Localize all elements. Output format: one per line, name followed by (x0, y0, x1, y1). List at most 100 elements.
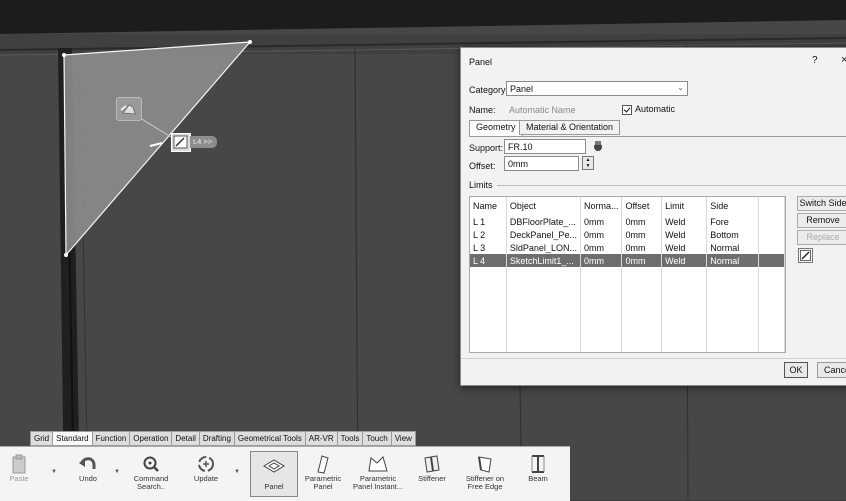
chevron-down-icon: ⌄ (677, 83, 684, 92)
limits-label: Limits (469, 180, 493, 190)
col-extra-header (758, 197, 785, 215)
cell-name: L 4 (470, 254, 507, 267)
category-select[interactable]: Panel ⌄ (506, 81, 688, 96)
panel-button[interactable]: Panel (250, 451, 298, 497)
offset-label: Offset: (469, 161, 496, 171)
tab-tools[interactable]: Tools (337, 431, 364, 446)
cell-object: DBFloorPlate_... (506, 215, 581, 228)
update-dropdown-icon[interactable]: ▼ (234, 469, 240, 475)
paste-button[interactable]: Paste (6, 453, 32, 483)
replace-button[interactable]: Replace (797, 230, 846, 245)
tab-touch[interactable]: Touch (363, 431, 392, 446)
category-value: Panel (510, 84, 534, 94)
help-button[interactable]: ? (812, 55, 818, 66)
cell-side: Bottom (706, 228, 760, 241)
empty-row (470, 332, 785, 345)
undo-button[interactable]: Undo (72, 453, 104, 483)
stiffener-free-edge-button[interactable]: Stiffener on Free Edge (460, 453, 510, 491)
limits-group-line (497, 185, 846, 186)
parametric-panel-button[interactable]: Parametric Panel (300, 453, 346, 491)
stiffener-icon (412, 453, 452, 475)
paste-dropdown-icon[interactable]: ▼ (51, 469, 57, 475)
cell-object: SldPanel_LON... (506, 241, 581, 254)
parametric-panel-instant-button[interactable]: Parametric Panel Instant... (352, 453, 404, 491)
automatic-checkbox[interactable]: Automatic (622, 104, 675, 115)
panel-label: Panel (264, 482, 284, 491)
tab-operation[interactable]: Operation (130, 431, 173, 446)
table-row-selected[interactable]: L 4 SketchLimit1_... 0mm 0mm Weld Normal (470, 254, 785, 267)
tab-standard[interactable]: Standard (53, 431, 93, 446)
limit-edit-icon[interactable] (171, 133, 191, 152)
cell-offset: 0mm (621, 254, 663, 267)
limit-tag-label[interactable]: L4 >> (190, 136, 218, 148)
tab-ar-vr[interactable]: AR-VR (305, 431, 338, 446)
cell-extra (758, 241, 785, 254)
cell-extra (758, 254, 785, 267)
table-header-row: Name Object Norma... Offset Limit Side (470, 197, 785, 215)
limits-table[interactable]: Name Object Norma... Offset Limit Side L… (469, 196, 786, 353)
undo-dropdown-icon[interactable]: ▼ (114, 469, 120, 475)
tab-drafting[interactable]: Drafting (199, 431, 235, 446)
tab-material-orientation[interactable]: Material & Orientation (519, 120, 621, 135)
command-search-label: Command Search.. (133, 474, 169, 491)
standard-ribbon: Paste ▼ Undo ▼ Command Search.. Update ▼… (0, 446, 570, 501)
cell-extra (758, 215, 785, 228)
support-field[interactable]: FR.10 (504, 139, 586, 154)
col-normal-header[interactable]: Norma... (580, 197, 623, 215)
category-label: Category: (469, 85, 509, 95)
empty-row (470, 293, 785, 306)
edit-limit-icon[interactable] (798, 248, 813, 263)
cell-extra (758, 228, 785, 241)
empty-row (470, 267, 785, 280)
cell-offset: 0mm (621, 241, 663, 254)
offset-stepper[interactable]: ▲ ▼ (582, 156, 594, 170)
empty-row (470, 306, 785, 319)
paste-icon (6, 453, 32, 475)
cell-normal: 0mm (580, 254, 623, 267)
tab-function[interactable]: Function (92, 431, 131, 446)
col-object-header[interactable]: Object (506, 197, 581, 215)
offset-field[interactable]: 0mm (504, 156, 579, 171)
tab-grid[interactable]: Grid (30, 431, 54, 446)
parametric-panel-instant-icon (352, 453, 404, 475)
col-offset-header[interactable]: Offset (621, 197, 663, 215)
parametric-panel-icon (300, 453, 346, 475)
empty-row (470, 345, 785, 352)
cancel-button[interactable]: Cancel (817, 362, 846, 378)
tab-geometry[interactable]: Geometry (469, 120, 523, 137)
beam-button[interactable]: Beam (520, 453, 556, 483)
tab-geometrical-tools[interactable]: Geometrical Tools (234, 431, 306, 446)
footer-divider (461, 358, 846, 359)
update-button[interactable]: Update (188, 453, 224, 483)
offset-value: 0mm (508, 159, 528, 169)
col-side-header[interactable]: Side (706, 197, 760, 215)
automatic-label: Automatic (635, 104, 676, 114)
cell-object: DeckPanel_Pe... (506, 228, 581, 241)
tab-detail[interactable]: Detail (172, 431, 200, 446)
switch-side-button[interactable]: Switch Side (797, 196, 846, 211)
search-icon (130, 453, 172, 475)
command-search-button[interactable]: Command Search.. (130, 453, 172, 491)
table-row[interactable]: L 1 DBFloorPlate_... 0mm 0mm Weld Fore (470, 215, 785, 228)
empty-row (470, 280, 785, 293)
table-row[interactable]: L 3 SldPanel_LON... 0mm 0mm Weld Normal (470, 241, 785, 254)
name-field[interactable]: Automatic Name (509, 105, 576, 115)
checkbox-checked-icon (622, 104, 632, 115)
tab-view[interactable]: View (391, 431, 416, 446)
col-limit-header[interactable]: Limit (661, 197, 708, 215)
cell-limit: Weld (661, 228, 708, 241)
beam-label: Beam (528, 474, 548, 483)
support-select-icon[interactable] (592, 140, 604, 152)
cell-normal: 0mm (580, 241, 623, 254)
remove-button[interactable]: Remove (797, 213, 846, 228)
col-name-header[interactable]: Name (470, 197, 507, 215)
stiffener-button[interactable]: Stiffener (412, 453, 452, 483)
cell-limit: Weld (661, 241, 708, 254)
close-button[interactable]: × (841, 54, 846, 66)
cell-offset: 0mm (621, 215, 663, 228)
stiffener-free-edge-icon (460, 453, 510, 475)
tab-divider (469, 136, 846, 137)
table-row[interactable]: L 2 DeckPanel_Pe... 0mm 0mm Weld Bottom (470, 228, 785, 241)
limit-manipulator-icon[interactable] (116, 97, 142, 121)
ok-button[interactable]: OK (784, 362, 808, 378)
